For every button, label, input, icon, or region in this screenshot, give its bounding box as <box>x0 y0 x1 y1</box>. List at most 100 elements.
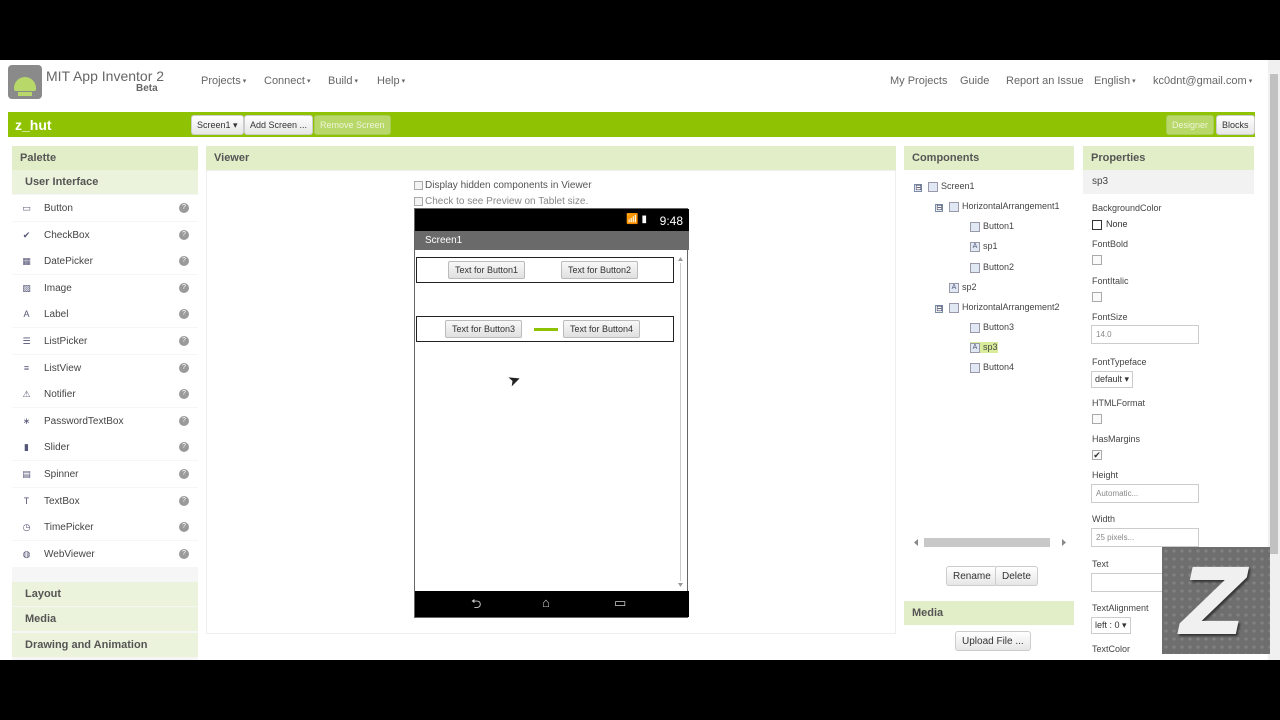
tree-node-button2[interactable]: Button2 <box>970 262 1014 273</box>
palette-item-image[interactable]: ▨ Image? <box>12 274 198 301</box>
tree-node-horizontalarrangement2[interactable]: HorizontalArrangement2 <box>949 302 1060 313</box>
tree-node-button3[interactable]: Button3 <box>970 322 1014 333</box>
home-icon[interactable]: ⌂ <box>542 595 550 610</box>
palette-item-button[interactable]: ▭ Button? <box>12 195 198 221</box>
caret-down-icon: ▾ <box>242 78 247 86</box>
horizontal-arrangement-1[interactable]: Text for Button1 Text for Button2 <box>416 257 674 283</box>
palette-item-notifier[interactable]: ⚠ Notifier? <box>12 381 198 408</box>
tree-node-horizontalarrangement1[interactable]: HorizontalArrangement1 <box>949 201 1060 212</box>
tree-node-button4[interactable]: Button4 <box>970 362 1014 373</box>
phone-button-4[interactable]: Text for Button4 <box>563 320 641 338</box>
caret-down-icon: ▾ <box>1248 78 1253 86</box>
help-icon[interactable]: ? <box>179 442 189 453</box>
notifier-icon: ⚠ <box>22 389 31 400</box>
menu-connect[interactable]: Connect ▾ <box>264 75 311 87</box>
fontitalic-checkbox[interactable] <box>1092 292 1102 302</box>
backgroundcolor-picker[interactable]: None <box>1092 219 1128 230</box>
palette-item-passwordtextbox[interactable]: ∗ PasswordTextBox? <box>12 407 198 434</box>
help-icon[interactable]: ? <box>179 336 189 346</box>
help-icon[interactable]: ? <box>179 415 189 426</box>
phone-scrollbar[interactable] <box>677 257 684 587</box>
tree-node-screen1[interactable]: Screen1 <box>928 181 975 192</box>
delete-button[interactable]: Delete <box>995 566 1038 586</box>
palette-item-label[interactable]: A Label? <box>12 301 198 328</box>
textalignment-select[interactable]: left : 0 ▾ <box>1091 617 1131 634</box>
palette-item-spinner[interactable]: ▤ Spinner? <box>12 461 198 487</box>
checkbox-box[interactable] <box>414 180 423 190</box>
category-drawing-animation[interactable]: Drawing and Animation <box>12 633 198 657</box>
palette-item-textbox[interactable]: T TextBox? <box>12 487 198 514</box>
htmlformat-checkbox[interactable] <box>1092 414 1102 424</box>
tablet-preview-checkbox[interactable]: Check to see Preview on Tablet size. <box>414 196 588 207</box>
fonttypeface-select[interactable]: default ▾ <box>1091 371 1134 388</box>
collapse-toggle-icon[interactable]: ⊟ <box>935 305 943 313</box>
help-icon[interactable]: ? <box>179 548 189 559</box>
category-media[interactable]: Media <box>12 607 198 631</box>
help-icon[interactable]: ? <box>179 229 189 240</box>
palette-item-listpicker[interactable]: ☰ ListPicker? <box>12 328 198 354</box>
fontsize-input[interactable]: 14.0 <box>1091 325 1199 344</box>
help-icon[interactable]: ? <box>179 522 189 533</box>
palette-item-listview[interactable]: ≡ ListView? <box>12 354 198 381</box>
help-icon[interactable]: ? <box>179 389 189 400</box>
recent-apps-icon[interactable]: ▭ <box>614 595 626 611</box>
category-layout[interactable]: Layout <box>12 582 198 606</box>
menu-help[interactable]: Help ▾ <box>377 75 405 87</box>
tree-node-button1[interactable]: Button1 <box>970 221 1014 232</box>
app-inventor-logo[interactable] <box>8 65 42 99</box>
checkbox-box[interactable] <box>414 196 423 206</box>
fontbold-checkbox[interactable] <box>1092 255 1102 265</box>
caret-down-icon: ▾ <box>233 120 238 130</box>
help-icon[interactable]: ? <box>179 495 189 506</box>
palette-item-datepicker[interactable]: ▦ DatePicker? <box>12 248 198 275</box>
collapse-toggle-icon[interactable]: ⊟ <box>935 204 943 212</box>
designer-button[interactable]: Designer <box>1166 115 1215 135</box>
width-input[interactable]: 25 pixels... <box>1091 528 1199 547</box>
help-icon[interactable]: ? <box>179 256 189 267</box>
help-icon[interactable]: ? <box>179 309 189 320</box>
screen-select-dropdown[interactable]: Screen1 ▾ <box>191 115 244 135</box>
collapse-toggle-icon[interactable]: ⊟ <box>914 184 922 192</box>
help-icon[interactable]: ? <box>179 282 189 293</box>
prop-label-fontitalic: FontItalic <box>1092 276 1129 286</box>
menu-language[interactable]: English ▾ <box>1094 75 1136 87</box>
scrollbar-thumb[interactable] <box>1270 74 1278 554</box>
palette-item-timepicker[interactable]: ◷ TimePicker? <box>12 514 198 541</box>
tree-node-sp2[interactable]: Asp2 <box>949 282 977 293</box>
phone-button-2[interactable]: Text for Button2 <box>561 261 639 279</box>
tree-node-sp1[interactable]: Asp1 <box>970 241 998 252</box>
hasmargins-checkbox[interactable]: ✔ <box>1092 450 1102 460</box>
link-guide[interactable]: Guide <box>960 75 989 87</box>
phone-button-3[interactable]: Text for Button3 <box>445 320 523 338</box>
upload-file-button[interactable]: Upload File ... <box>955 631 1031 651</box>
height-input[interactable]: Automatic... <box>1091 484 1199 503</box>
tree-node-label: HorizontalArrangement1 <box>962 201 1060 211</box>
tree-node-sp3[interactable]: Asp3 <box>970 342 998 353</box>
hidden-components-checkbox[interactable]: Display hidden components in Viewer <box>414 180 592 191</box>
help-icon[interactable]: ? <box>179 203 189 213</box>
add-screen-button[interactable]: Add Screen ... <box>244 115 314 135</box>
media-panel: Media Upload File ... <box>904 601 1074 660</box>
horizontal-arrangement-2[interactable]: Text for Button3 Text for Button4 <box>416 316 674 342</box>
palette-item-label: Spinner <box>44 469 79 480</box>
tablet-preview-label: Check to see Preview on Tablet size. <box>425 196 589 207</box>
blocks-button[interactable]: Blocks <box>1216 115 1255 135</box>
menu-build[interactable]: Build ▾ <box>328 75 358 87</box>
menu-account[interactable]: kc0dnt@gmail.com ▾ <box>1153 75 1252 87</box>
help-icon[interactable]: ? <box>179 362 189 373</box>
palette-item-slider[interactable]: ▮ Slider? <box>12 434 198 461</box>
menu-projects[interactable]: Projects ▾ <box>201 75 246 87</box>
rename-button[interactable]: Rename <box>946 566 998 586</box>
components-horizontal-scrollbar[interactable] <box>914 537 1066 548</box>
menu-label: Connect <box>264 75 305 87</box>
remove-screen-button[interactable]: Remove Screen <box>314 115 391 135</box>
category-user-interface[interactable]: User Interface <box>12 170 198 194</box>
link-my-projects[interactable]: My Projects <box>890 75 947 87</box>
link-report-issue[interactable]: Report an Issue <box>1006 75 1084 87</box>
sp3-spacer-selected[interactable] <box>534 328 558 331</box>
help-icon[interactable]: ? <box>179 469 189 479</box>
palette-item-checkbox[interactable]: ✔ CheckBox? <box>12 221 198 248</box>
palette-item-webviewer[interactable]: ◍ WebViewer? <box>12 540 198 567</box>
back-icon[interactable]: ⮌ <box>471 595 481 617</box>
phone-button-1[interactable]: Text for Button1 <box>448 261 526 279</box>
